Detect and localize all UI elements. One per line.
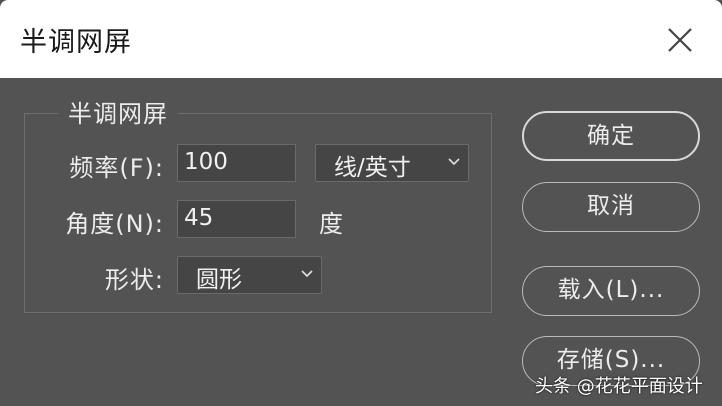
title-bar: 半调网屏 — [0, 0, 722, 78]
frequency-label: 频率(F): — [69, 154, 164, 182]
angle-unit: 度 — [319, 210, 343, 238]
shape-label: 形状: — [104, 266, 164, 294]
frequency-unit-value: 线/英寸 — [334, 155, 411, 181]
angle-input[interactable]: 45 — [177, 200, 296, 238]
close-button[interactable] — [664, 24, 696, 56]
halftone-screen-dialog: 半调网屏 半调网屏 频率(F): 100 线/英寸 角度(N): 45 度 形状… — [0, 0, 722, 406]
cancel-button[interactable]: 取消 — [522, 182, 700, 232]
watermark-text: 头条 @花花平面设计 — [535, 376, 703, 397]
frequency-unit-select[interactable]: 线/英寸 — [315, 144, 469, 182]
shape-value: 圆形 — [196, 267, 242, 293]
shape-select[interactable]: 圆形 — [177, 256, 322, 294]
load-button[interactable]: 载入(L)... — [522, 266, 700, 316]
chevron-down-icon — [448, 158, 460, 166]
group-legend: 半调网屏 — [58, 94, 178, 129]
close-icon — [668, 28, 692, 52]
chevron-down-icon — [301, 270, 313, 278]
ok-button[interactable]: 确定 — [522, 111, 700, 161]
dialog-title: 半调网屏 — [20, 27, 132, 58]
frequency-input[interactable]: 100 — [177, 144, 296, 182]
angle-label: 角度(N): — [65, 210, 164, 238]
